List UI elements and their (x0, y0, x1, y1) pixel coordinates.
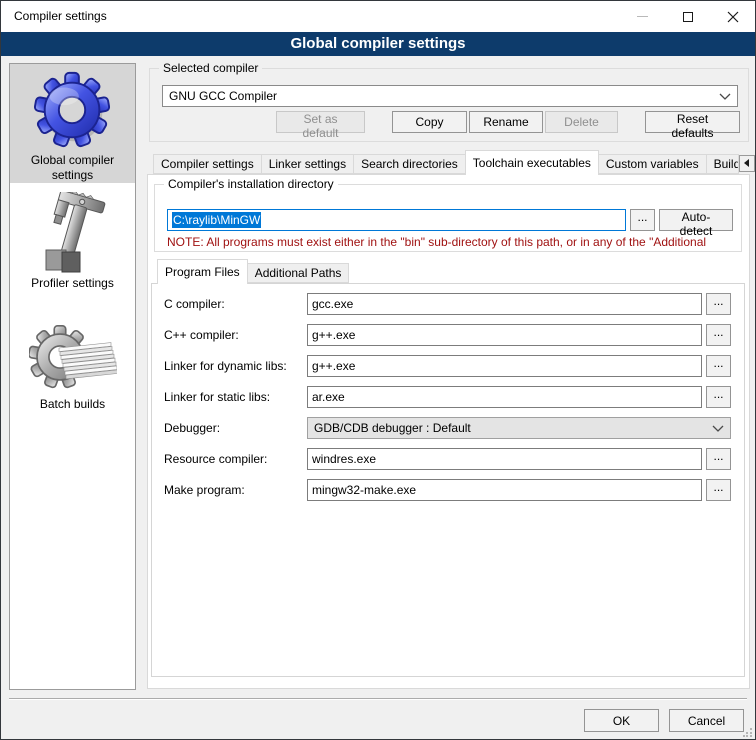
install-dir-browse-button[interactable]: ... (630, 209, 655, 231)
caption-buttons (620, 1, 755, 32)
dynamic-linker-value: g++.exe (312, 359, 355, 373)
field-label: Resource compiler: (164, 452, 307, 466)
compiler-select-value: GNU GCC Compiler (169, 89, 719, 103)
debugger-select[interactable]: GDB/CDB debugger : Default (307, 417, 731, 439)
tab-custom-variables[interactable]: Custom variables (598, 154, 707, 174)
c-compiler-input[interactable]: gcc.exe (307, 293, 702, 315)
install-dir-selected-text: C:\raylib\MinGW (172, 212, 261, 228)
sidebar-item-label: Batch builds (10, 395, 135, 418)
maximize-icon (683, 12, 693, 22)
static-linker-browse-button[interactable]: ... (706, 386, 731, 408)
chevron-down-icon (719, 93, 731, 100)
dialog-body: Global compiler settings (1, 56, 755, 739)
cancel-button[interactable]: Cancel (669, 709, 744, 732)
field-row-make-program: Make program: mingw32-make.exe ... (164, 479, 731, 501)
tab-additional-paths[interactable]: Additional Paths (247, 263, 350, 283)
install-dir-row: C:\raylib\MinGW ... Auto-detect (167, 209, 733, 231)
field-label: Linker for static libs: (164, 390, 307, 404)
field-row-c-compiler: C compiler: gcc.exe ... (164, 293, 731, 315)
c-compiler-browse-button[interactable]: ... (706, 293, 731, 315)
field-row-dynamic-linker: Linker for dynamic libs: g++.exe ... (164, 355, 731, 377)
make-program-browse-button[interactable]: ... (706, 479, 731, 501)
titlebar: Compiler settings (1, 1, 755, 32)
maximize-button[interactable] (665, 1, 710, 32)
selected-compiler-group-label: Selected compiler (159, 61, 262, 76)
sidebar-item-batch-builds[interactable]: Batch builds (10, 321, 135, 418)
field-row-cpp-compiler: C++ compiler: g++.exe ... (164, 324, 731, 346)
install-dir-group: Compiler's installation directory C:\ray… (154, 184, 742, 252)
tab-program-files[interactable]: Program Files (157, 259, 248, 284)
close-button[interactable] (710, 1, 755, 32)
cpp-compiler-browse-button[interactable]: ... (706, 324, 731, 346)
ok-button[interactable]: OK (584, 709, 659, 732)
dialog-banner: Global compiler settings (1, 32, 755, 56)
resource-compiler-value: windres.exe (312, 452, 376, 466)
dynamic-linker-browse-button[interactable]: ... (706, 355, 731, 377)
settings-notebook: Compiler settings Linker settings Search… (147, 152, 750, 689)
triangle-left-icon (743, 159, 751, 167)
install-dir-note: NOTE: All programs must exist either in … (167, 235, 731, 249)
settings-tabstrip: Compiler settings Linker settings Search… (147, 152, 750, 174)
resize-grip[interactable] (743, 727, 753, 737)
tab-linker-settings[interactable]: Linker settings (261, 154, 354, 174)
toolchain-executables-page: Compiler's installation directory C:\ray… (147, 174, 750, 689)
field-label: C compiler: (164, 297, 307, 311)
c-compiler-value: gcc.exe (312, 297, 353, 311)
minimize-icon (637, 16, 648, 17)
tab-build-options[interactable]: Build options (706, 154, 739, 174)
compiler-select[interactable]: GNU GCC Compiler (162, 85, 738, 107)
delete-button[interactable]: Delete (545, 111, 618, 133)
resource-compiler-browse-button[interactable]: ... (706, 448, 731, 470)
install-dir-input[interactable]: C:\raylib\MinGW (167, 209, 626, 231)
resource-compiler-input[interactable]: windres.exe (307, 448, 702, 470)
set-as-default-button[interactable]: Set as default (276, 111, 365, 133)
main-content: Selected compiler GNU GCC Compiler Set a… (146, 56, 751, 689)
field-label: C++ compiler: (164, 328, 307, 342)
cpp-compiler-value: g++.exe (312, 328, 355, 342)
minimize-button[interactable] (620, 1, 665, 32)
cpp-compiler-input[interactable]: g++.exe (307, 324, 702, 346)
field-label: Linker for dynamic libs: (164, 359, 307, 373)
tab-compiler-settings[interactable]: Compiler settings (153, 154, 262, 174)
tab-search-directories[interactable]: Search directories (353, 154, 466, 174)
sidebar-item-profiler-settings[interactable]: Profiler settings (10, 192, 135, 297)
settings-category-list: Global compiler settings (9, 63, 136, 690)
make-program-input[interactable]: mingw32-make.exe (307, 479, 702, 501)
dynamic-linker-input[interactable]: g++.exe (307, 355, 702, 377)
field-row-static-linker: Linker for static libs: ar.exe ... (164, 386, 731, 408)
caliper-icon (40, 192, 106, 274)
static-linker-value: ar.exe (312, 390, 345, 404)
compiler-actions: Set as default Copy Rename Delete Reset … (150, 111, 748, 133)
rename-button[interactable]: Rename (469, 111, 543, 133)
reset-defaults-button[interactable]: Reset defaults (645, 111, 740, 133)
close-icon (727, 11, 739, 23)
programs-notebook: Program Files Additional Paths C compile… (151, 261, 745, 677)
copy-button[interactable]: Copy (392, 111, 467, 133)
tab-scroll-left-button[interactable] (739, 155, 755, 172)
compiler-settings-dialog: Compiler settings Global compiler settin… (0, 0, 756, 740)
install-dir-group-label: Compiler's installation directory (164, 177, 338, 192)
make-program-value: mingw32-make.exe (312, 483, 416, 497)
programs-tabstrip: Program Files Additional Paths (151, 261, 745, 283)
chevron-down-icon (712, 425, 724, 432)
sidebar-item-global-compiler-settings[interactable]: Global compiler settings (10, 64, 135, 183)
field-row-debugger: Debugger: GDB/CDB debugger : Default (164, 417, 731, 439)
footer-separator (9, 698, 747, 700)
debugger-select-value: GDB/CDB debugger : Default (314, 421, 712, 435)
tab-scroll-buttons (739, 155, 756, 172)
static-linker-input[interactable]: ar.exe (307, 386, 702, 408)
sidebar-item-label: Global compiler settings (10, 151, 135, 189)
sidebar-item-label: Profiler settings (10, 274, 135, 297)
field-label: Debugger: (164, 421, 307, 435)
window-title: Compiler settings (14, 1, 107, 32)
program-files-page: C compiler: gcc.exe ... C++ compiler: g+… (151, 283, 745, 677)
gear-blue-icon (32, 69, 114, 151)
auto-detect-button[interactable]: Auto-detect (659, 209, 733, 231)
field-row-resource-compiler: Resource compiler: windres.exe ... (164, 448, 731, 470)
footer-buttons: OK Cancel (584, 709, 744, 732)
selected-compiler-group: Selected compiler GNU GCC Compiler Set a… (149, 68, 749, 142)
gear-stack-icon (29, 321, 117, 395)
field-label: Make program: (164, 483, 307, 497)
tab-toolchain-executables[interactable]: Toolchain executables (465, 150, 599, 175)
